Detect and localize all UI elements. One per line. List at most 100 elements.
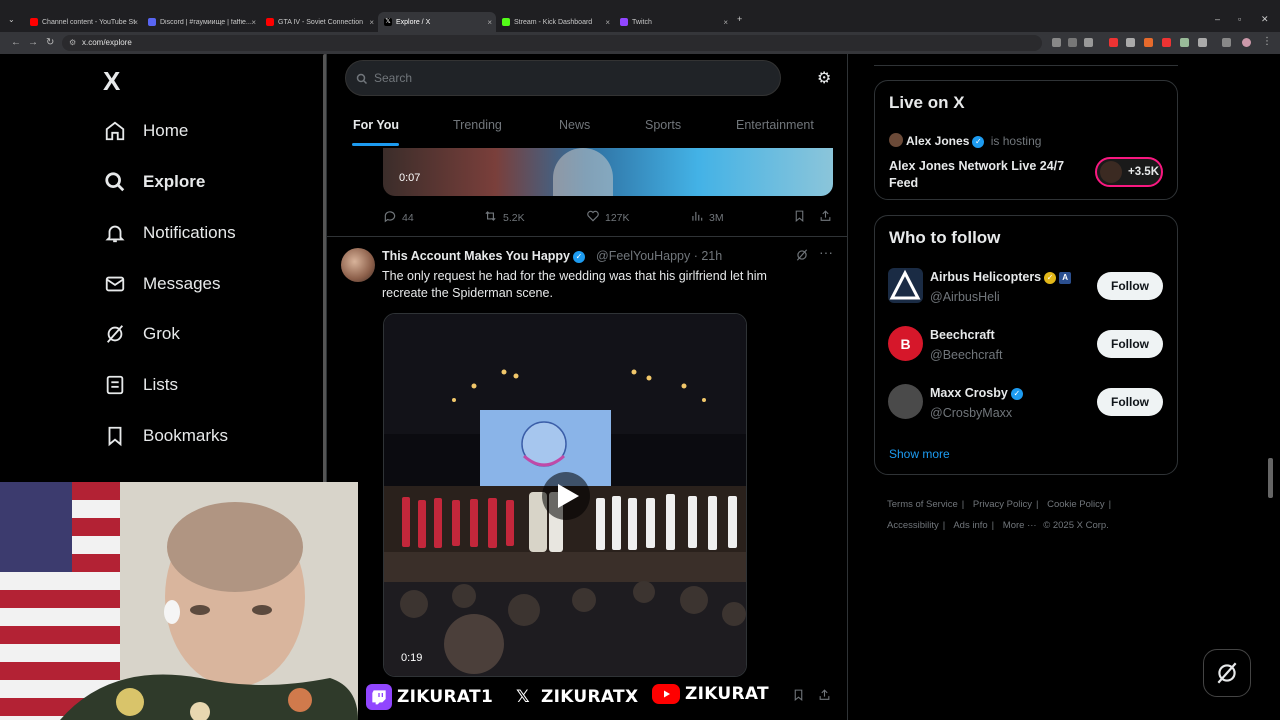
user-name: Beechcraft: [930, 328, 995, 342]
home-icon: [103, 119, 127, 143]
previous-post-video[interactable]: 0:07: [383, 148, 833, 196]
extension-icon[interactable]: [1144, 38, 1153, 47]
settings-gear-icon[interactable]: ⚙: [817, 68, 831, 88]
tab-for-you[interactable]: For You: [353, 118, 399, 132]
extension-icon[interactable]: [1126, 38, 1135, 47]
new-tab-button[interactable]: +: [737, 14, 742, 24]
list-icon: [103, 373, 127, 397]
avatar[interactable]: B: [888, 326, 923, 361]
follow-suggestion-name[interactable]: Airbus Helicopters ✓ A: [930, 270, 1072, 284]
zoom-icon[interactable]: [1068, 38, 1077, 47]
user-name: Maxx Crosby: [930, 386, 1008, 400]
like-button[interactable]: 127K: [586, 209, 630, 226]
grok-floating-button[interactable]: [1203, 649, 1251, 697]
avatar[interactable]: [341, 248, 375, 282]
extension-icon[interactable]: [1052, 38, 1061, 47]
sidebar-item-lists[interactable]: Lists: [103, 365, 178, 405]
site-info-icon[interactable]: ⚙: [69, 35, 76, 51]
sidebar-item-home[interactable]: Home: [103, 111, 188, 151]
browser-tab[interactable]: Channel content - YouTube St ×: [24, 12, 142, 32]
post-video[interactable]: 0:19: [383, 313, 747, 677]
host-avatar[interactable]: [889, 133, 903, 147]
follow-button[interactable]: Follow: [1097, 388, 1163, 416]
right-top-divider: [874, 65, 1178, 66]
follow-suggestion-name[interactable]: Beechcraft: [930, 328, 995, 342]
bookmark-post-icon[interactable]: [792, 688, 805, 707]
sidebar-item-bookmarks[interactable]: Bookmarks: [103, 416, 228, 456]
close-tab-icon[interactable]: ×: [369, 18, 374, 27]
repost-button[interactable]: 5.2K: [483, 209, 525, 226]
live-host-line[interactable]: Alex Jones ✓ is hosting: [906, 134, 1041, 148]
browser-tab[interactable]: Twitch ×: [614, 12, 732, 32]
follow-button[interactable]: Follow: [1097, 272, 1163, 300]
footer-link[interactable]: Privacy Policy: [973, 499, 1032, 510]
bookmark-post-icon[interactable]: [793, 209, 806, 223]
views-button[interactable]: 3M: [690, 209, 724, 226]
explore-tabs: For You Trending News Sports Entertainme…: [327, 108, 847, 148]
more-options-icon[interactable]: ···: [819, 244, 833, 260]
reload-icon[interactable]: ↻: [46, 37, 54, 48]
post-author-handle[interactable]: @FeelYouHappy · 21h: [596, 249, 722, 263]
tab-entertainment[interactable]: Entertainment: [736, 118, 814, 132]
extensions-puzzle-icon[interactable]: [1198, 38, 1207, 47]
profile-avatar[interactable]: [1242, 38, 1251, 47]
share-icon[interactable]: [818, 688, 831, 707]
search-icon: [356, 61, 368, 95]
sidebar-item-explore[interactable]: Explore: [103, 162, 205, 202]
sidebar-item-grok[interactable]: Grok: [103, 314, 180, 354]
grok-explain-icon[interactable]: [795, 248, 809, 265]
wedding-video-frame: [384, 314, 746, 676]
show-more-link[interactable]: Show more: [889, 447, 950, 461]
footer-link[interactable]: Terms of Service: [887, 499, 958, 510]
minimize-icon[interactable]: –: [1215, 14, 1220, 24]
follow-button[interactable]: Follow: [1097, 330, 1163, 358]
tab-search-icon[interactable]: ⌄: [8, 15, 15, 24]
follow-suggestion-name[interactable]: Maxx Crosby ✓: [930, 386, 1023, 400]
browser-tab[interactable]: GTA IV - Soviet Connection ×: [260, 12, 378, 32]
explore-feed: Search ⚙ For You Trending News Sports En…: [326, 54, 848, 720]
page-scrollbar[interactable]: [1268, 458, 1273, 498]
footer-link[interactable]: Accessibility: [887, 520, 939, 531]
footer-link[interactable]: Ads info: [953, 520, 987, 531]
sidebar-item-messages[interactable]: Messages: [103, 264, 220, 304]
reply-button[interactable]: 44: [383, 209, 414, 226]
hosting-label: is hosting: [990, 134, 1042, 148]
browser-tab-active[interactable]: 𝕏 Explore / X ×: [378, 12, 496, 32]
follow-suggestion-handle[interactable]: @CrosbyMaxx: [930, 406, 1012, 420]
live-stream-title[interactable]: Alex Jones Network Live 24/7 Feed: [889, 158, 1079, 192]
share-icon[interactable]: [819, 209, 832, 223]
menu-kebab-icon[interactable]: ⋮: [1262, 36, 1272, 47]
follow-suggestion-handle[interactable]: @AirbusHeli: [930, 290, 1000, 304]
live-listeners-pill[interactable]: +3.5K: [1095, 157, 1163, 187]
close-tab-icon[interactable]: ×: [605, 18, 610, 27]
address-bar[interactable]: ⚙ x.com/explore: [62, 35, 1042, 51]
browser-toolbar: ← → ↻ ⚙ x.com/explore ⋮: [0, 32, 1280, 54]
back-icon[interactable]: ←: [11, 37, 21, 48]
extension-icon[interactable]: [1109, 38, 1118, 47]
avatar[interactable]: [888, 384, 923, 419]
tab-news[interactable]: News: [559, 118, 590, 132]
tab-sports[interactable]: Sports: [645, 118, 681, 132]
extension-icon[interactable]: [1162, 38, 1171, 47]
maximize-icon[interactable]: ▫: [1238, 14, 1241, 24]
browser-tab[interactable]: Discord | #гаумиище | faffie... ×: [142, 12, 260, 32]
sidebar-item-notifications[interactable]: Notifications: [103, 213, 236, 253]
extension-icon[interactable]: [1180, 38, 1189, 47]
x-logo[interactable]: X: [103, 66, 120, 97]
close-tab-icon[interactable]: ×: [723, 18, 728, 27]
follow-suggestion-handle[interactable]: @Beechcraft: [930, 348, 1002, 362]
star-icon[interactable]: [1084, 38, 1093, 47]
tab-trending[interactable]: Trending: [453, 118, 502, 132]
close-tab-icon[interactable]: ×: [251, 18, 256, 27]
close-tab-icon[interactable]: ×: [487, 18, 492, 27]
close-tab-icon[interactable]: ×: [133, 18, 138, 27]
avatar[interactable]: [888, 268, 923, 303]
post-author-name[interactable]: This Account Makes You Happy ✓: [382, 249, 586, 263]
browser-tab[interactable]: Stream - Kick Dashboard ×: [496, 12, 614, 32]
forward-icon[interactable]: →: [28, 37, 38, 48]
footer-link[interactable]: More ···: [1003, 520, 1037, 531]
footer-link[interactable]: Cookie Policy: [1047, 499, 1105, 510]
search-input[interactable]: Search: [345, 60, 781, 96]
close-window-icon[interactable]: ✕: [1261, 14, 1269, 25]
download-icon[interactable]: [1222, 38, 1231, 47]
